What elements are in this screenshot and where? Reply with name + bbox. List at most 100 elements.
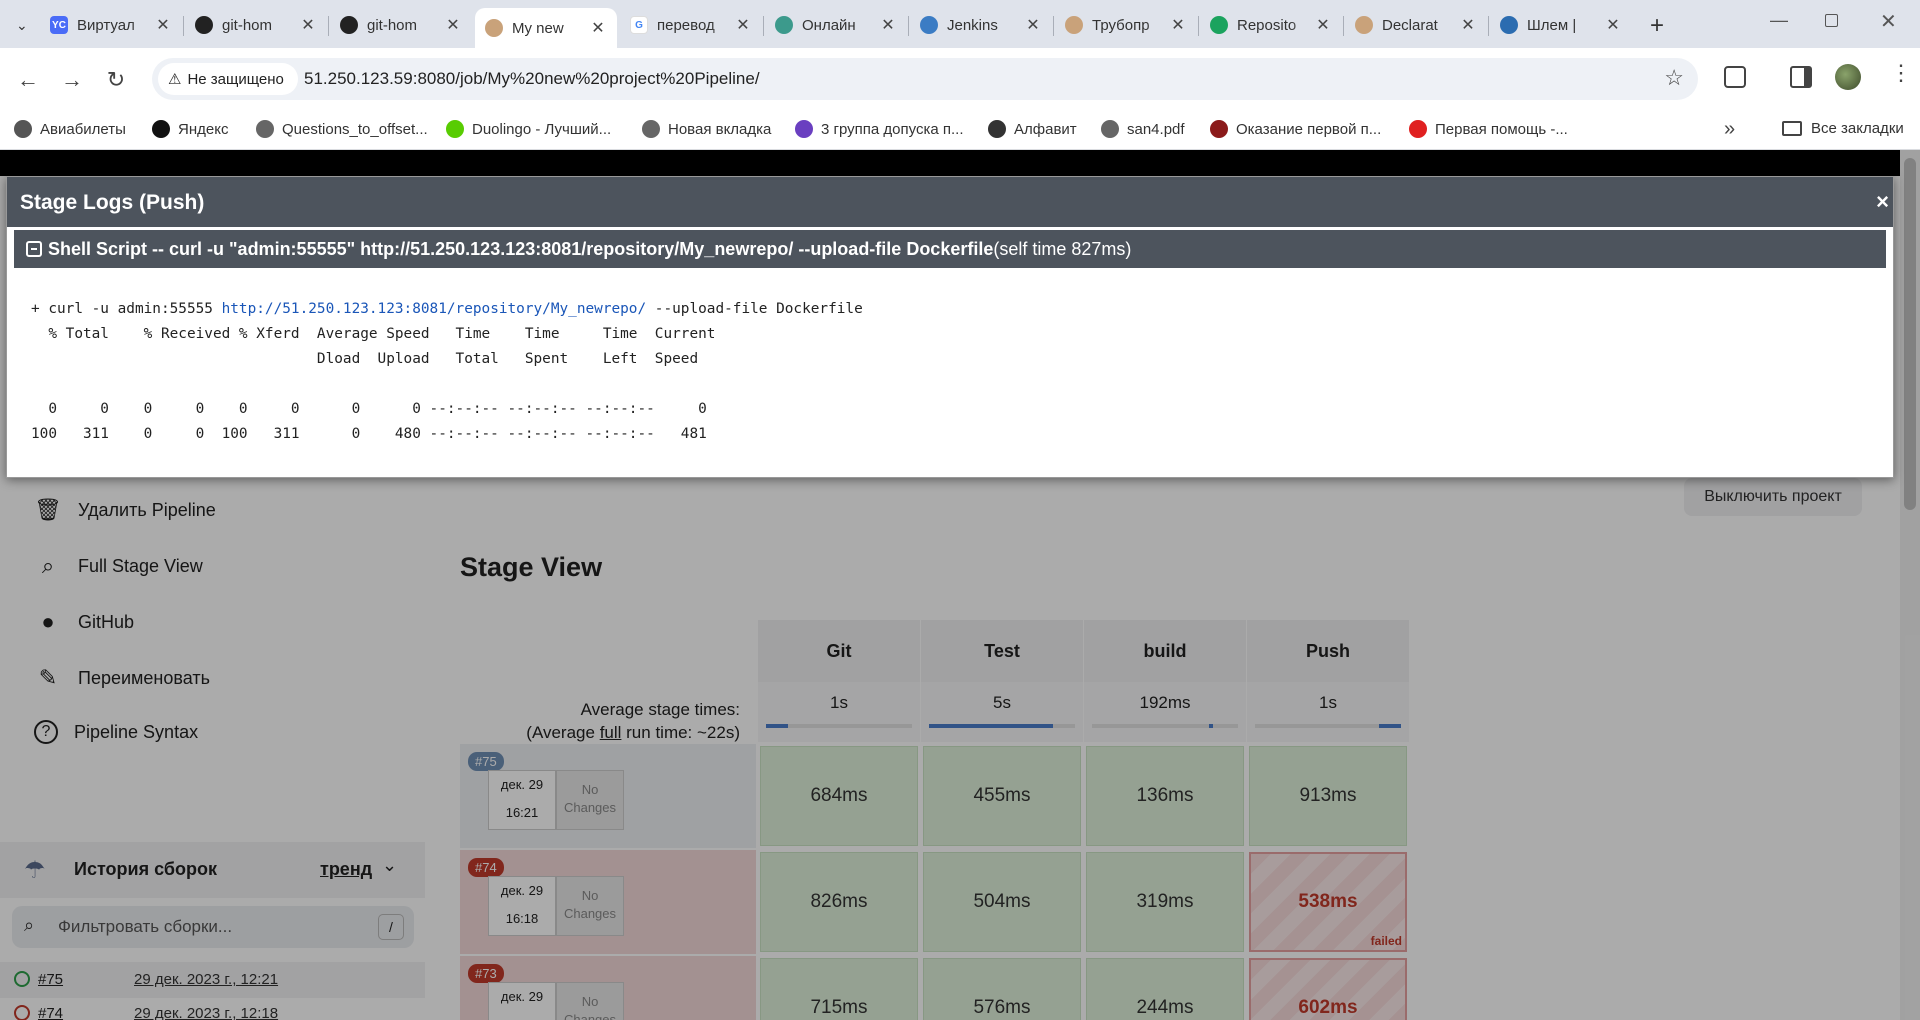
bookmark-favicon-icon bbox=[1409, 120, 1427, 138]
address-bar: ← → ↻ ⚠ Не защищено 51.250.123.59:8080/j… bbox=[0, 48, 1920, 112]
tab-title: перевод bbox=[657, 16, 715, 34]
tab-title: Шлем | bbox=[1527, 16, 1577, 34]
tab-title: git-hom bbox=[367, 16, 418, 34]
bookmark-item[interactable]: san4.pdf bbox=[1101, 120, 1185, 138]
tab-strip: YC Виртуал ✕ git-hom ✕ git-hom ✕ My new ✕ Gперево… bbox=[0, 0, 1920, 48]
bookmark-item[interactable]: Оказание первой п... bbox=[1210, 120, 1381, 138]
browser-tab[interactable]: Reposito ✕ bbox=[1200, 8, 1342, 42]
forward-button[interactable]: → bbox=[56, 64, 88, 96]
tab-separator bbox=[1343, 16, 1344, 36]
browser-tab[interactable]: My new ✕ bbox=[475, 8, 617, 48]
close-tab-icon[interactable]: ✕ bbox=[1459, 15, 1477, 35]
omnibox[interactable]: ⚠ Не защищено 51.250.123.59:8080/job/My%… bbox=[152, 58, 1698, 100]
bookmark-favicon-icon bbox=[795, 120, 813, 138]
profile-avatar[interactable] bbox=[1835, 64, 1861, 90]
tab-title: Виртуал bbox=[77, 16, 135, 34]
browser-tab[interactable]: Declarat ✕ bbox=[1345, 8, 1487, 42]
back-button[interactable]: ← bbox=[12, 64, 44, 96]
browser-tab[interactable]: git-hom ✕ bbox=[185, 8, 327, 42]
console-line: 0 0 0 0 0 0 0 0 --:--:-- --:--:-- --:--:… bbox=[31, 401, 707, 417]
bookmarks-bar: Авиабилеты Яндекс Questions_to_offset... Du… bbox=[0, 112, 1920, 150]
close-tab-icon[interactable]: ✕ bbox=[299, 15, 317, 35]
bookmark-item[interactable]: Duolingo - Лучший... bbox=[446, 120, 611, 138]
bookmark-item[interactable]: Авиабилеты bbox=[14, 120, 126, 138]
tab-title: Онлайн bbox=[802, 16, 856, 34]
step-time: (self time 827ms) bbox=[993, 238, 1132, 259]
console-output: + curl -u admin:55555 http://51.250.123.… bbox=[31, 297, 863, 447]
close-window-button[interactable]: ✕ bbox=[1880, 9, 1897, 34]
tab-title: Declarat bbox=[1382, 16, 1438, 34]
bookmark-item[interactable]: 3 группа допуска п... bbox=[795, 120, 964, 138]
modal-title: Stage Logs (Push) bbox=[20, 191, 205, 214]
bookmark-favicon-icon bbox=[1210, 120, 1228, 138]
all-bookmarks[interactable]: Все закладки bbox=[1782, 120, 1904, 137]
close-tab-icon[interactable]: ✕ bbox=[589, 18, 607, 38]
tab-title: Трубопр bbox=[1092, 16, 1150, 34]
extensions-icon[interactable] bbox=[1724, 66, 1746, 88]
close-icon[interactable]: × bbox=[1876, 189, 1889, 215]
new-tab-button[interactable]: + bbox=[1650, 12, 1664, 40]
browser-tab[interactable]: git-hom ✕ bbox=[330, 8, 472, 42]
minimize-button[interactable]: — bbox=[1770, 10, 1788, 31]
not-secure-label: Не защищено bbox=[187, 70, 284, 88]
jenkins-favicon bbox=[1065, 16, 1083, 34]
browser-tab[interactable]: Jenkins ✕ bbox=[910, 8, 1052, 42]
browser-tab[interactable]: Онлайн ✕ bbox=[765, 8, 907, 42]
tab-separator bbox=[1053, 16, 1054, 36]
close-tab-icon[interactable]: ✕ bbox=[1314, 15, 1332, 35]
bookmark-favicon-icon bbox=[152, 120, 170, 138]
browser-tab[interactable]: Gперевод ✕ bbox=[620, 8, 762, 42]
bookmark-item[interactable]: Алфавит bbox=[988, 120, 1077, 138]
close-tab-icon[interactable]: ✕ bbox=[879, 15, 897, 35]
browser-tab[interactable]: YC Виртуал ✕ bbox=[40, 8, 182, 42]
bookmark-item[interactable]: Яндекс bbox=[152, 120, 228, 138]
google-favicon: G bbox=[630, 16, 648, 34]
jenkins-favicon bbox=[1355, 16, 1373, 34]
step-header[interactable]: Shell Script -- curl -u "admin:55555" ht… bbox=[14, 230, 1886, 268]
nexus-favicon bbox=[1210, 16, 1228, 34]
bookmark-item[interactable]: Новая вкладка bbox=[642, 120, 771, 138]
restore-button[interactable] bbox=[1825, 14, 1838, 27]
online-favicon bbox=[775, 16, 793, 34]
tab-separator bbox=[1488, 16, 1489, 36]
bookmark-favicon-icon bbox=[1101, 120, 1119, 138]
github-favicon bbox=[340, 16, 358, 34]
yc-favicon: YC bbox=[50, 16, 68, 34]
bookmark-item[interactable]: Первая помощь -... bbox=[1409, 120, 1568, 138]
repository-link[interactable]: http://51.250.123.123:8081/repository/My… bbox=[222, 301, 647, 317]
close-tab-icon[interactable]: ✕ bbox=[734, 15, 752, 35]
browser-tab[interactable]: Трубопр ✕ bbox=[1055, 8, 1197, 42]
tab-separator bbox=[328, 16, 329, 36]
tab-separator bbox=[763, 16, 764, 36]
bookmark-star-icon[interactable]: ☆ bbox=[1664, 65, 1684, 91]
bookmark-favicon-icon bbox=[14, 120, 32, 138]
jenkins-blue-favicon bbox=[920, 16, 938, 34]
tab-separator bbox=[1198, 16, 1199, 36]
tab-separator bbox=[183, 16, 184, 36]
bookmark-favicon-icon bbox=[256, 120, 274, 138]
tab-search-icon[interactable]: ⌄ bbox=[6, 8, 36, 42]
close-tab-icon[interactable]: ✕ bbox=[1604, 15, 1622, 35]
tab-separator bbox=[908, 16, 909, 36]
helm-favicon bbox=[1500, 16, 1518, 34]
reload-button[interactable]: ↻ bbox=[100, 64, 132, 96]
more-bookmarks-icon[interactable]: » bbox=[1724, 118, 1735, 141]
close-tab-icon[interactable]: ✕ bbox=[444, 15, 462, 35]
tab-title: Reposito bbox=[1237, 16, 1297, 34]
collapse-icon[interactable] bbox=[26, 241, 42, 257]
security-chip[interactable]: ⚠ Не защищено bbox=[158, 63, 298, 95]
side-panel-icon[interactable] bbox=[1790, 66, 1812, 88]
bookmark-item[interactable]: Questions_to_offset... bbox=[256, 120, 428, 138]
bookmark-favicon-icon bbox=[988, 120, 1006, 138]
close-tab-icon[interactable]: ✕ bbox=[1024, 15, 1042, 35]
tab-title: git-hom bbox=[222, 16, 273, 34]
close-tab-icon[interactable]: ✕ bbox=[1169, 15, 1187, 35]
menu-icon[interactable]: ⋮ bbox=[1890, 60, 1912, 86]
browser-tab[interactable]: Шлем | ✕ bbox=[1490, 8, 1632, 42]
url-text[interactable]: 51.250.123.59:8080/job/My%20new%20projec… bbox=[304, 69, 760, 89]
console-line: Dload Upload Total Spent Left Speed bbox=[31, 351, 699, 367]
close-tab-icon[interactable]: ✕ bbox=[154, 15, 172, 35]
bookmark-favicon-icon bbox=[446, 120, 464, 138]
stage-logs-modal: Stage Logs (Push) × Shell Script -- curl… bbox=[6, 176, 1894, 478]
